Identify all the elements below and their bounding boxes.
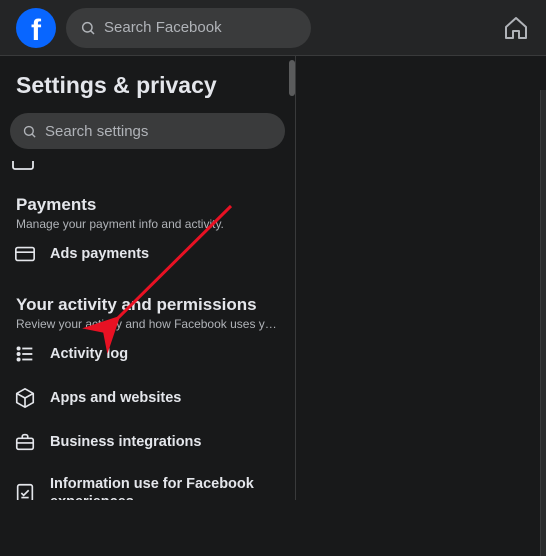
section-title-payments: Payments	[16, 195, 279, 215]
cube-icon	[14, 387, 36, 409]
sidebar-item-info-use[interactable]: Information use for Facebook experiences	[8, 465, 287, 500]
search-icon	[22, 124, 37, 139]
section-subtitle-activity: Review your activity and how Facebook us…	[16, 317, 279, 331]
sidebar-item-apps-websites[interactable]: Apps and websites	[8, 377, 287, 419]
settings-sidebar: Settings & privacy Payments Manage your …	[0, 56, 296, 500]
facebook-logo[interactable]: f	[16, 8, 56, 48]
sidebar-item-business-integrations[interactable]: Business integrations	[8, 421, 287, 463]
main-content-area	[296, 56, 546, 500]
section-payments: Payments Manage your payment info and ac…	[8, 195, 287, 231]
scrollbar-thumb[interactable]	[289, 60, 295, 96]
section-activity: Your activity and permissions Review you…	[8, 295, 287, 331]
sidebar-item-label: Ads payments	[50, 245, 149, 263]
partial-cut-item	[10, 161, 285, 175]
settings-search-input[interactable]	[45, 123, 273, 140]
page-title: Settings & privacy	[8, 68, 287, 113]
section-title-activity: Your activity and permissions	[16, 295, 279, 315]
sidebar-item-label: Apps and websites	[50, 389, 181, 407]
credit-card-icon	[14, 243, 36, 265]
document-check-icon	[14, 482, 36, 500]
right-panel-edge	[540, 90, 546, 556]
global-search[interactable]	[66, 8, 311, 48]
sidebar-item-ads-payments[interactable]: Ads payments	[8, 233, 287, 275]
sidebar-item-activity-log[interactable]: Activity log	[8, 333, 287, 375]
briefcase-icon	[14, 431, 36, 453]
sidebar-item-label: Information use for Facebook experiences	[50, 475, 281, 500]
search-icon	[80, 20, 96, 36]
home-icon[interactable]	[502, 14, 530, 42]
settings-search[interactable]	[10, 113, 285, 149]
list-icon	[14, 343, 36, 365]
sidebar-item-label: Business integrations	[50, 433, 201, 451]
section-subtitle-payments: Manage your payment info and activity.	[16, 217, 279, 231]
sidebar-item-label: Activity log	[50, 345, 128, 363]
top-bar: f	[0, 0, 546, 56]
global-search-input[interactable]	[104, 19, 297, 36]
